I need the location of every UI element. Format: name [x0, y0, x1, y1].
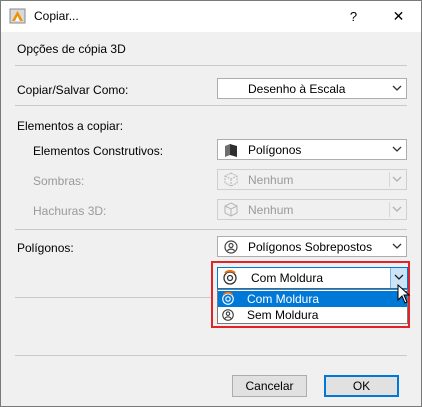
archicad-app-icon [9, 8, 26, 24]
ok-button[interactable]: OK [324, 375, 399, 397]
no-frame-icon [222, 309, 234, 321]
copy-save-as-label: Copiar/Salvar Como: [17, 83, 129, 97]
divider [15, 65, 407, 66]
frame-target-icon [222, 292, 234, 305]
divider [15, 297, 211, 298]
frame-target-icon [223, 270, 237, 285]
divider [15, 105, 407, 106]
polygons-mode-value: Polígonos Sobrepostos [248, 240, 373, 254]
hatches-3d-value: Nenhum [248, 203, 294, 217]
help-button[interactable]: ? [331, 1, 376, 32]
overlapping-polygons-icon [224, 240, 238, 254]
copy-save-as-value: Desenho à Escala [248, 82, 346, 96]
option-sem-moldura[interactable]: Sem Moldura [218, 307, 407, 323]
frame-mode-options-list: Com Moldura Sem Moldura [217, 289, 408, 324]
section-title: Opções de cópia 3D [17, 42, 126, 56]
divider [15, 355, 407, 356]
dropdown-separator [389, 172, 390, 187]
elements-heading: Elementos a copiar: [17, 119, 124, 133]
title-bar: Copiar... ? ✕ [1, 1, 421, 32]
chevron-down-icon [394, 274, 404, 280]
cancel-button[interactable]: Cancelar [232, 375, 307, 397]
dropdown-separator [389, 202, 390, 217]
cube-icon [224, 202, 238, 217]
construction-elements-value: Polígonos [248, 143, 302, 157]
option-label: Sem Moldura [247, 308, 319, 322]
frame-mode-dropdown[interactable]: Com Moldura [217, 267, 408, 289]
frame-mode-value: Com Moldura [251, 271, 324, 285]
chevron-down-icon [392, 206, 402, 212]
shadows-dropdown[interactable]: Nenhum [217, 169, 407, 190]
shadows-label: Sombras: [33, 174, 85, 188]
chevron-down-icon [392, 176, 402, 182]
wireframe-cube-icon [224, 172, 238, 187]
window-title: Copiar... [34, 9, 79, 23]
shadows-value: Nenhum [248, 173, 294, 187]
polygons-icon [225, 144, 237, 157]
divider [15, 229, 407, 230]
option-label: Com Moldura [247, 292, 320, 306]
construction-elements-dropdown[interactable]: Polígonos [217, 139, 407, 160]
mouse-cursor-icon [397, 284, 411, 304]
copy-dialog: Copiar... ? ✕ Opções de cópia 3D Copiar/… [0, 0, 422, 407]
hatches-3d-label: Hachuras 3D: [33, 204, 107, 218]
close-button[interactable]: ✕ [376, 1, 421, 32]
hatches-3d-dropdown[interactable]: Nenhum [217, 199, 407, 220]
polygons-label: Polígonos: [17, 241, 74, 255]
chevron-down-icon [392, 85, 402, 91]
copy-save-as-dropdown[interactable]: Desenho à Escala [217, 78, 407, 99]
chevron-down-icon [392, 243, 402, 249]
polygons-mode-dropdown[interactable]: Polígonos Sobrepostos [217, 236, 407, 257]
chevron-down-icon [392, 146, 402, 152]
option-com-moldura[interactable]: Com Moldura [218, 291, 407, 307]
construction-elements-label: Elementos Construtivos: [33, 144, 164, 158]
